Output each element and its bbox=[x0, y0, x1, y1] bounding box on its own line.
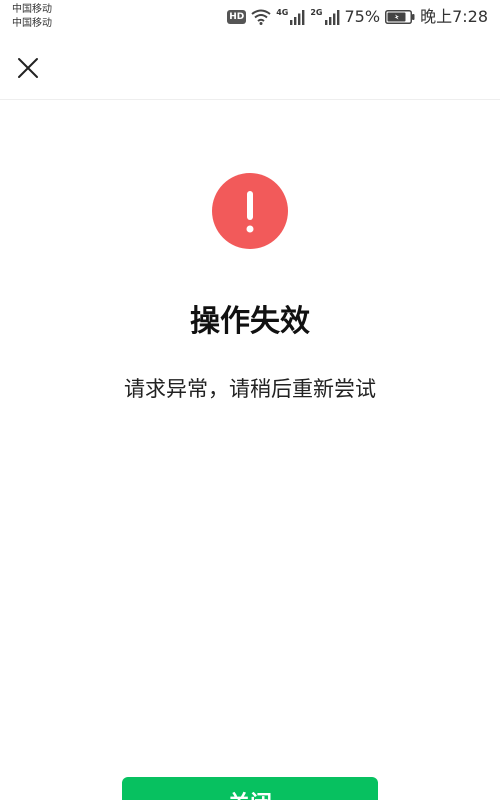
screen: 中国移动 中国移动 HD 4G 2G 75% 晚上7:28 操作失效 请求异常，… bbox=[0, 0, 500, 800]
carrier-name-1: 中国移动 bbox=[12, 4, 52, 15]
network-group-1: 4G bbox=[276, 9, 305, 25]
hd-badge: HD bbox=[227, 10, 247, 24]
wifi-icon bbox=[251, 9, 271, 25]
network-group-2: 2G bbox=[310, 9, 339, 25]
clock: 晚上7:28 bbox=[420, 7, 488, 26]
result-message: 请求异常，请稍后重新尝试 bbox=[124, 377, 376, 401]
carrier-info: 中国移动 中国移动 bbox=[12, 3, 52, 31]
network-type-1: 4G bbox=[276, 8, 289, 17]
signal-icon bbox=[289, 9, 305, 25]
close-icon bbox=[16, 56, 40, 80]
carrier-name-2: 中国移动 bbox=[12, 18, 52, 29]
network-type-2: 2G bbox=[310, 8, 323, 17]
close-button[interactable] bbox=[8, 48, 48, 88]
status-bar: 中国移动 中国移动 HD 4G 2G 75% 晚上7:28 bbox=[0, 0, 500, 36]
result-title: 操作失效 bbox=[190, 304, 310, 339]
exclamation-icon bbox=[246, 191, 254, 233]
error-status-icon bbox=[212, 173, 288, 249]
battery-percentage: 75% bbox=[344, 7, 381, 26]
signal-icon bbox=[324, 9, 340, 25]
top-nav bbox=[0, 36, 500, 100]
status-indicators: HD 4G 2G 75% 晚上7:28 bbox=[227, 6, 488, 28]
battery-icon bbox=[385, 10, 415, 24]
close-action-button[interactable]: 关闭 bbox=[122, 777, 378, 800]
